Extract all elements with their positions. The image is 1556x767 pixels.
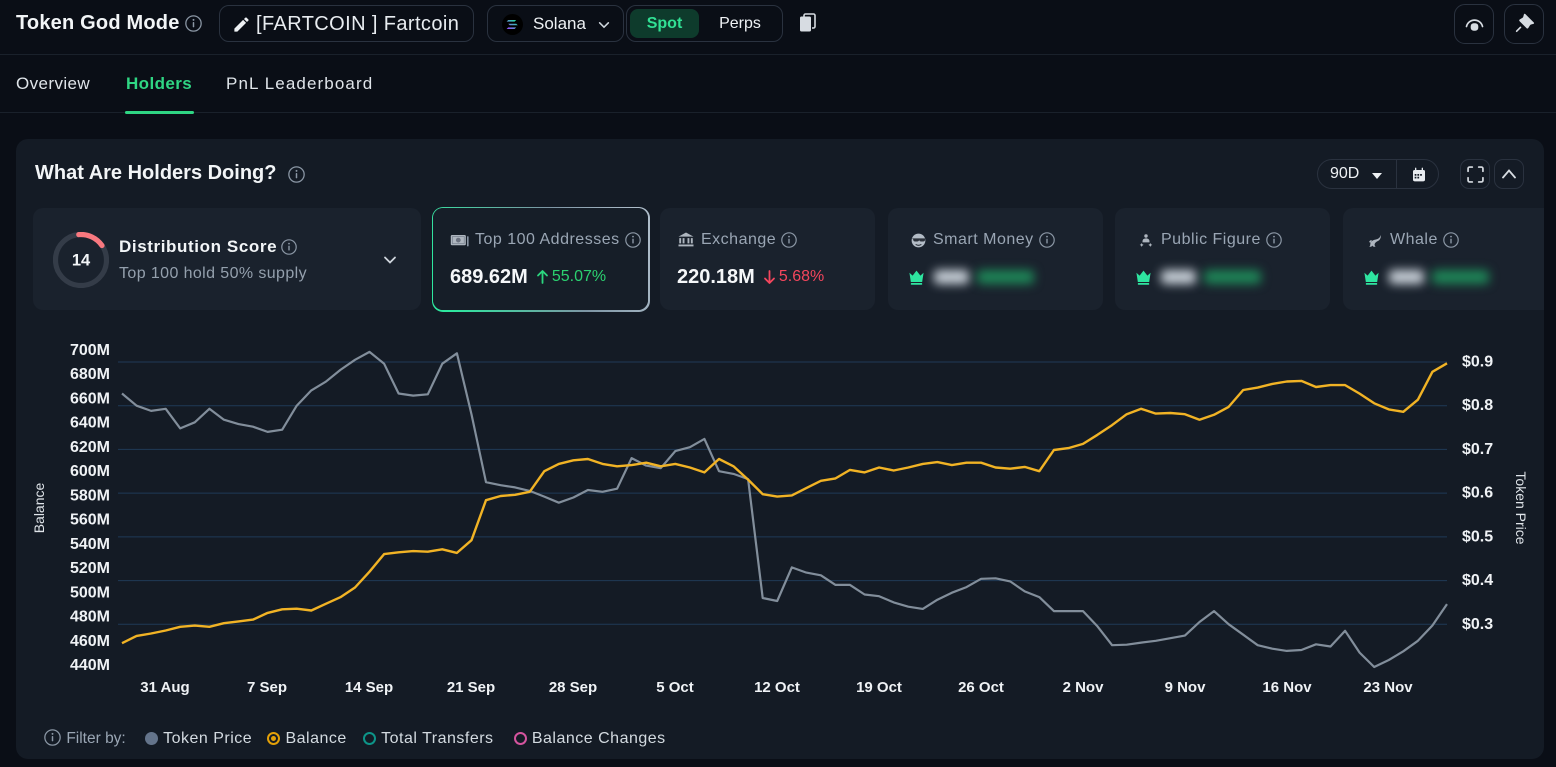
svg-text:12 Oct: 12 Oct bbox=[754, 679, 800, 696]
svg-text:7 Sep: 7 Sep bbox=[247, 679, 287, 696]
svg-text:680M: 680M bbox=[70, 366, 110, 383]
svg-text:Balance: Balance bbox=[31, 482, 47, 533]
svg-text:660M: 660M bbox=[70, 391, 110, 408]
svg-text:560M: 560M bbox=[70, 512, 110, 529]
svg-text:480M: 480M bbox=[70, 609, 110, 626]
svg-text:$0.8: $0.8 bbox=[1462, 397, 1493, 414]
svg-text:520M: 520M bbox=[70, 560, 110, 577]
svg-text:14 Sep: 14 Sep bbox=[345, 679, 393, 696]
svg-text:9 Nov: 9 Nov bbox=[1165, 679, 1207, 696]
svg-text:$0.6: $0.6 bbox=[1462, 485, 1493, 502]
svg-text:19 Oct: 19 Oct bbox=[856, 679, 902, 696]
svg-text:$0.7: $0.7 bbox=[1462, 441, 1493, 458]
svg-text:16 Nov: 16 Nov bbox=[1262, 679, 1312, 696]
svg-text:540M: 540M bbox=[70, 536, 110, 553]
svg-text:$0.9: $0.9 bbox=[1462, 354, 1493, 371]
svg-text:640M: 640M bbox=[70, 415, 110, 432]
svg-text:$0.3: $0.3 bbox=[1462, 616, 1493, 633]
svg-text:$0.5: $0.5 bbox=[1462, 528, 1493, 545]
svg-text:500M: 500M bbox=[70, 584, 110, 601]
svg-text:5 Oct: 5 Oct bbox=[656, 679, 694, 696]
svg-text:2 Nov: 2 Nov bbox=[1063, 679, 1105, 696]
svg-text:14: 14 bbox=[72, 252, 91, 270]
svg-text:580M: 580M bbox=[70, 487, 110, 504]
svg-text:460M: 460M bbox=[70, 633, 110, 650]
svg-text:26 Oct: 26 Oct bbox=[958, 679, 1004, 696]
svg-text:21 Sep: 21 Sep bbox=[447, 679, 495, 696]
svg-text:600M: 600M bbox=[70, 463, 110, 480]
svg-text:28 Sep: 28 Sep bbox=[549, 679, 597, 696]
svg-text:23 Nov: 23 Nov bbox=[1363, 679, 1413, 696]
svg-text:31 Aug: 31 Aug bbox=[140, 679, 189, 696]
svg-text:Token Price: Token Price bbox=[1513, 471, 1529, 544]
svg-text:$0.4: $0.4 bbox=[1462, 572, 1493, 589]
svg-text:700M: 700M bbox=[70, 342, 110, 359]
svg-text:440M: 440M bbox=[70, 657, 110, 674]
svg-text:620M: 620M bbox=[70, 439, 110, 456]
